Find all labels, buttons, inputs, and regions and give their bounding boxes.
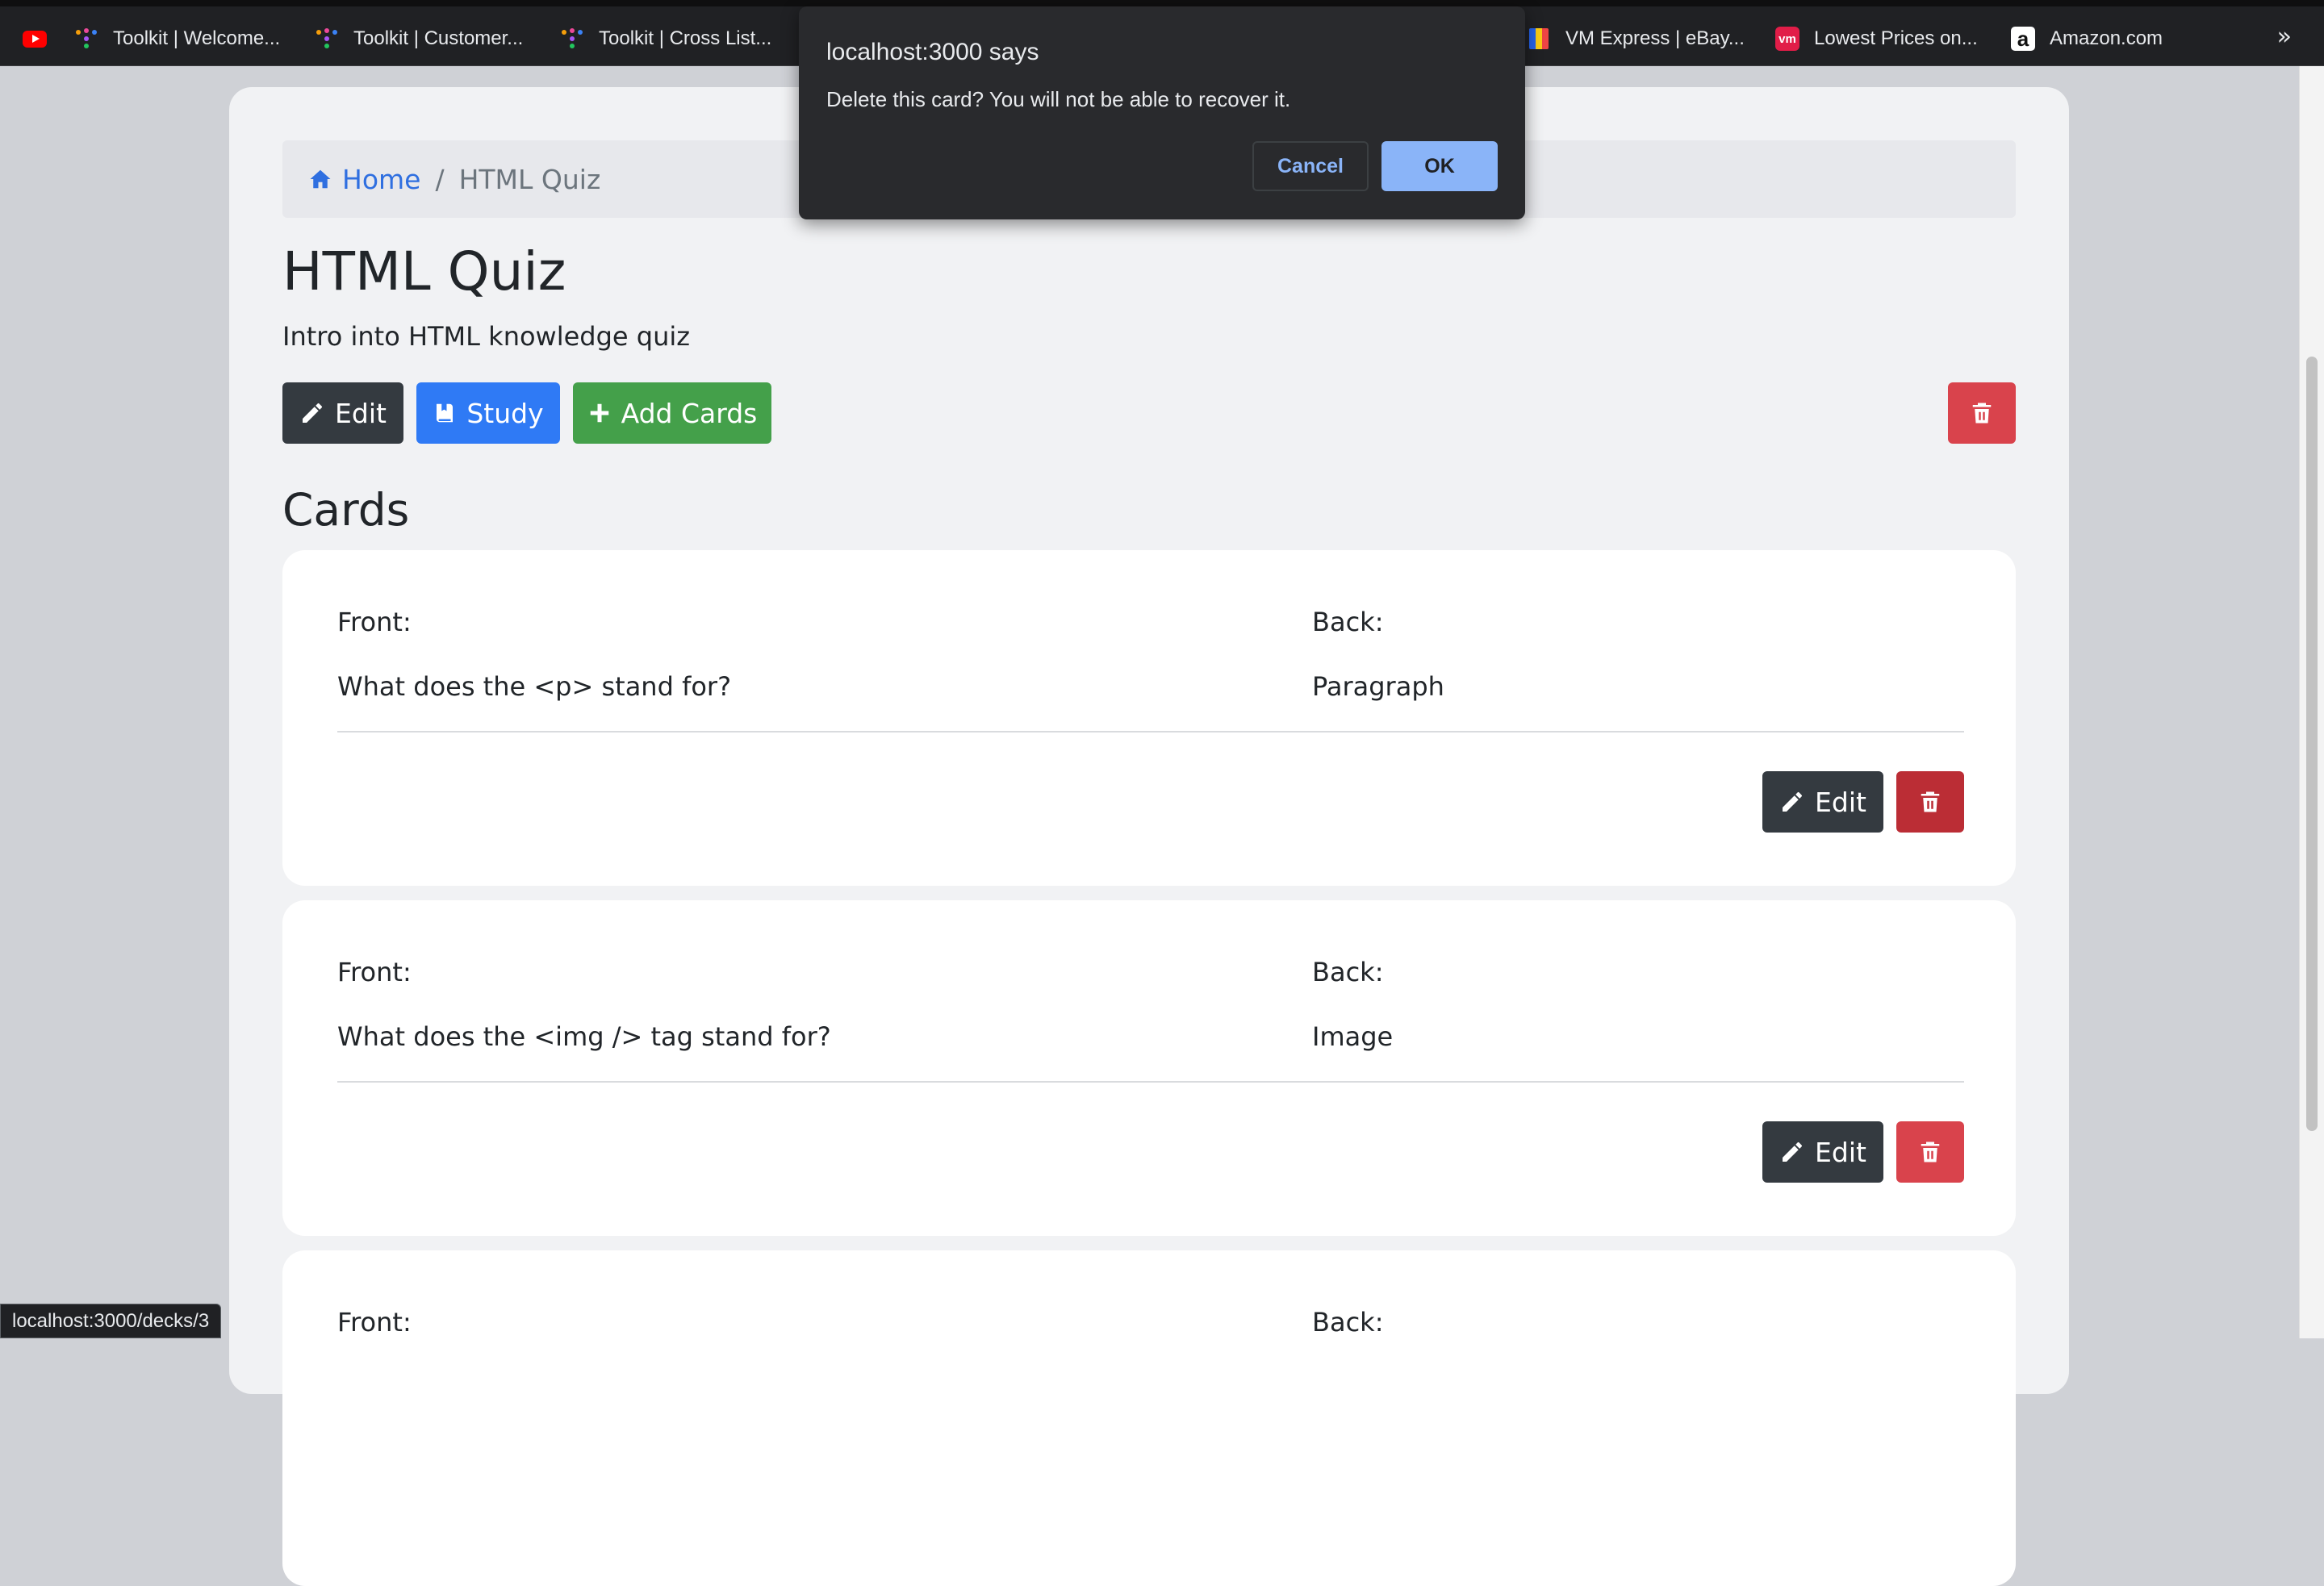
toolkit-icon bbox=[560, 27, 584, 51]
edit-card-label: Edit bbox=[1815, 1136, 1866, 1168]
card-front-text: What does the <img /> tag stand for? bbox=[337, 1021, 831, 1052]
card-front-text: What does the <p> stand for? bbox=[337, 671, 732, 702]
toolkit-icon bbox=[315, 27, 339, 51]
card-divider bbox=[337, 731, 1964, 732]
bookmark-youtube[interactable] bbox=[23, 24, 47, 53]
card-item: Front: Back: What does the <p> stand for… bbox=[282, 550, 2016, 886]
back-label: Back: bbox=[1312, 957, 1384, 987]
bookmark-label: Toolkit | Cross List... bbox=[599, 27, 772, 49]
bookmark-label: VM Express | eBay... bbox=[1565, 27, 1745, 49]
front-label: Front: bbox=[337, 957, 412, 987]
status-url-bubble: localhost:3000/decks/3 bbox=[0, 1304, 222, 1338]
breadcrumb-home-link[interactable]: Home bbox=[308, 164, 420, 195]
page-scrollbar[interactable] bbox=[2299, 66, 2324, 1338]
dialog-cancel-button[interactable]: Cancel bbox=[1252, 141, 1369, 191]
edit-card-label: Edit bbox=[1815, 786, 1866, 818]
confirm-dialog: localhost:3000 says Delete this card? Yo… bbox=[799, 6, 1525, 219]
delete-card-button[interactable] bbox=[1896, 1121, 1964, 1183]
delete-deck-button[interactable] bbox=[1948, 382, 2016, 444]
cards-heading: Cards bbox=[282, 484, 410, 536]
deck-page-container: Home / HTML Quiz HTML Quiz Intro into HT… bbox=[229, 87, 2069, 1586]
add-cards-button[interactable]: Add Cards bbox=[573, 382, 771, 444]
front-label: Front: bbox=[337, 607, 412, 637]
book-icon bbox=[437, 403, 454, 423]
deck-description: Intro into HTML knowledge quiz bbox=[282, 321, 691, 352]
dialog-ok-button[interactable]: OK bbox=[1381, 141, 1498, 191]
breadcrumb-home-label: Home bbox=[342, 163, 421, 195]
card-back-text: Image bbox=[1312, 1021, 1394, 1052]
bookmark-toolkit-welcome[interactable]: Toolkit | Welcome... bbox=[74, 24, 280, 53]
youtube-icon bbox=[23, 27, 47, 51]
delete-card-button[interactable] bbox=[1896, 771, 1964, 833]
breadcrumb-current: HTML Quiz bbox=[458, 163, 601, 195]
bookmark-toolkit-customer[interactable]: Toolkit | Customer... bbox=[315, 24, 523, 53]
card-divider bbox=[337, 1081, 1964, 1083]
study-button[interactable]: Study bbox=[416, 382, 560, 444]
plus-icon bbox=[590, 403, 608, 423]
more-bookmarks-chevron-icon[interactable]: » bbox=[2277, 23, 2292, 51]
back-label: Back: bbox=[1312, 607, 1384, 637]
trash-icon bbox=[1921, 791, 1940, 812]
front-label: Front: bbox=[337, 1307, 412, 1338]
pencil-icon bbox=[1783, 1142, 1803, 1162]
back-label: Back: bbox=[1312, 1307, 1384, 1338]
pencil-icon bbox=[303, 403, 323, 423]
vm-icon: vm bbox=[1775, 27, 1799, 51]
edit-deck-label: Edit bbox=[335, 397, 387, 429]
bookmark-label: Toolkit | Customer... bbox=[353, 27, 524, 49]
card-back-text: Paragraph bbox=[1312, 671, 1444, 702]
breadcrumb-separator: / bbox=[435, 163, 445, 195]
home-icon bbox=[310, 169, 331, 189]
edit-card-button[interactable]: Edit bbox=[1762, 771, 1883, 833]
bookmark-vm-express[interactable]: VM Express | eBay... bbox=[1527, 24, 1745, 53]
study-label: Study bbox=[466, 397, 544, 429]
bookmark-lowest-prices[interactable]: vm Lowest Prices on... bbox=[1775, 24, 1978, 53]
vm-express-icon bbox=[1527, 27, 1551, 51]
toolkit-icon bbox=[74, 27, 98, 51]
dialog-title: localhost:3000 says bbox=[826, 39, 1039, 65]
dialog-message: Delete this card? You will not be able t… bbox=[826, 87, 1291, 111]
tab-strip-edge bbox=[0, 0, 2324, 6]
edit-deck-button[interactable]: Edit bbox=[282, 382, 403, 444]
page-title: HTML Quiz bbox=[282, 240, 566, 303]
bookmark-amazon[interactable]: a Amazon.com bbox=[2011, 24, 2163, 53]
bookmark-label: Toolkit | Welcome... bbox=[113, 27, 281, 49]
trash-icon bbox=[1972, 403, 1992, 424]
card-item: Front: Back: What does the <img /> tag s… bbox=[282, 900, 2016, 1236]
bookmark-label: Amazon.com bbox=[2050, 27, 2163, 49]
trash-icon bbox=[1921, 1142, 1940, 1162]
card-item: Front: Back: bbox=[282, 1250, 2016, 1586]
edit-card-button[interactable]: Edit bbox=[1762, 1121, 1883, 1183]
add-cards-label: Add Cards bbox=[621, 397, 758, 429]
amazon-icon: a bbox=[2011, 27, 2035, 51]
scrollbar-thumb[interactable] bbox=[2306, 357, 2318, 1131]
bookmark-toolkit-cross-list[interactable]: Toolkit | Cross List... bbox=[560, 24, 771, 53]
bookmark-label: Lowest Prices on... bbox=[1814, 27, 1978, 49]
pencil-icon bbox=[1783, 791, 1803, 812]
